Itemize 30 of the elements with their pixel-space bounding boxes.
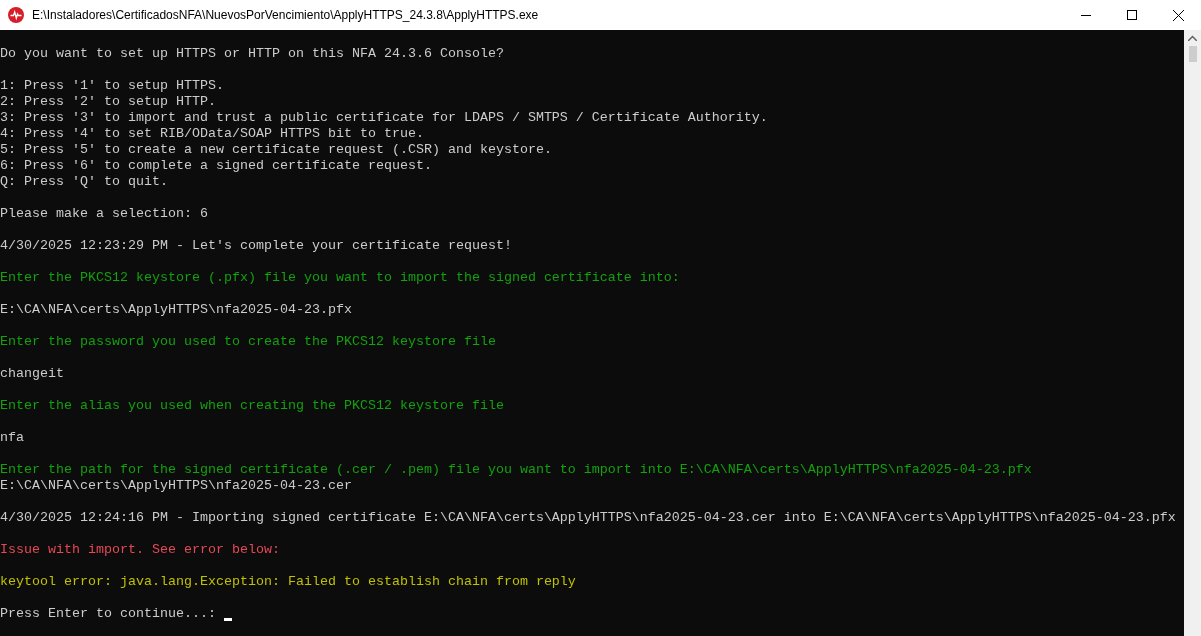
close-icon <box>1172 9 1184 21</box>
console-text: nfa <box>0 430 24 446</box>
console-text: 4/30/2025 12:24:16 PM - Importing signed certificate E:\CA\NFA\certs\ApplyHTTPS\nfa2025-04-23.cer into E:\CA\NFA\certs\ApplyHTTPS\nfa2025-04-23.pfx <box>0 510 1176 526</box>
error-text: Issue with import. See error below: <box>0 542 280 558</box>
scrollbar[interactable] <box>1184 30 1201 636</box>
text-cursor <box>223 617 232 621</box>
input-prompt: Press Enter to continue...: <box>0 606 217 622</box>
prompt-text: Enter the PKCS12 keystore (.pfx) file you want to import the signed certificate into: <box>0 270 680 286</box>
console-text: Please make a selection: 6 <box>0 206 208 222</box>
console-text: 4: Press '4' to set RIB/OData/SOAP HTTPS bit to true. <box>0 126 424 142</box>
console-text: 5: Press '5' to create a new certificate request (.CSR) and keystore. <box>0 142 552 158</box>
warning-text: keytool error: java.lang.Exception: Failed to establish chain from reply <box>0 574 576 590</box>
console-text: E:\CA\NFA\certs\ApplyHTTPS\nfa2025-04-23.pfx <box>0 302 352 318</box>
prompt-text: Enter the alias you used when creating the PKCS12 keystore file <box>0 398 504 414</box>
console-text: 6: Press '6' to complete a signed certificate request. <box>0 158 432 174</box>
app-logo-icon <box>8 7 24 23</box>
scroll-up-icon[interactable] <box>1188 35 1197 41</box>
prompt-text: Enter the password you used to create the PKCS12 keystore file <box>0 334 496 350</box>
maximize-icon <box>1127 10 1137 20</box>
console-text: 3: Press '3' to import and trust a public certificate for LDAPS / SMTPS / Certificate Authority. <box>0 110 768 126</box>
prompt-text: Enter the path for the signed certificate (.cer / .pem) file you want to import into E:\CA\NFA\certs\ApplyHTTPS\nfa2025-04-23.pfx <box>0 462 1032 478</box>
console-text: changeit <box>0 366 64 382</box>
console-text: 2: Press '2' to setup HTTP. <box>0 94 216 110</box>
window-title: E:\Instaladores\CertificadosNFA\NuevosPorVencimiento\ApplyHTTPS_24.3.8\ApplyHTTPS.exe <box>32 8 540 22</box>
console-text: Do you want to set up HTTPS or HTTP on this NFA 24.3.6 Console? <box>0 46 504 62</box>
scrollbar-thumb[interactable] <box>1188 46 1197 62</box>
console-text: E:\CA\NFA\certs\ApplyHTTPS\nfa2025-04-23.cer <box>0 478 352 494</box>
console-text: 1: Press '1' to setup HTTPS. <box>0 78 224 94</box>
console-text: Q: Press 'Q' to quit. <box>0 174 168 190</box>
console-text: 4/30/2025 12:23:29 PM - Let's complete your certificate request! <box>0 238 512 254</box>
